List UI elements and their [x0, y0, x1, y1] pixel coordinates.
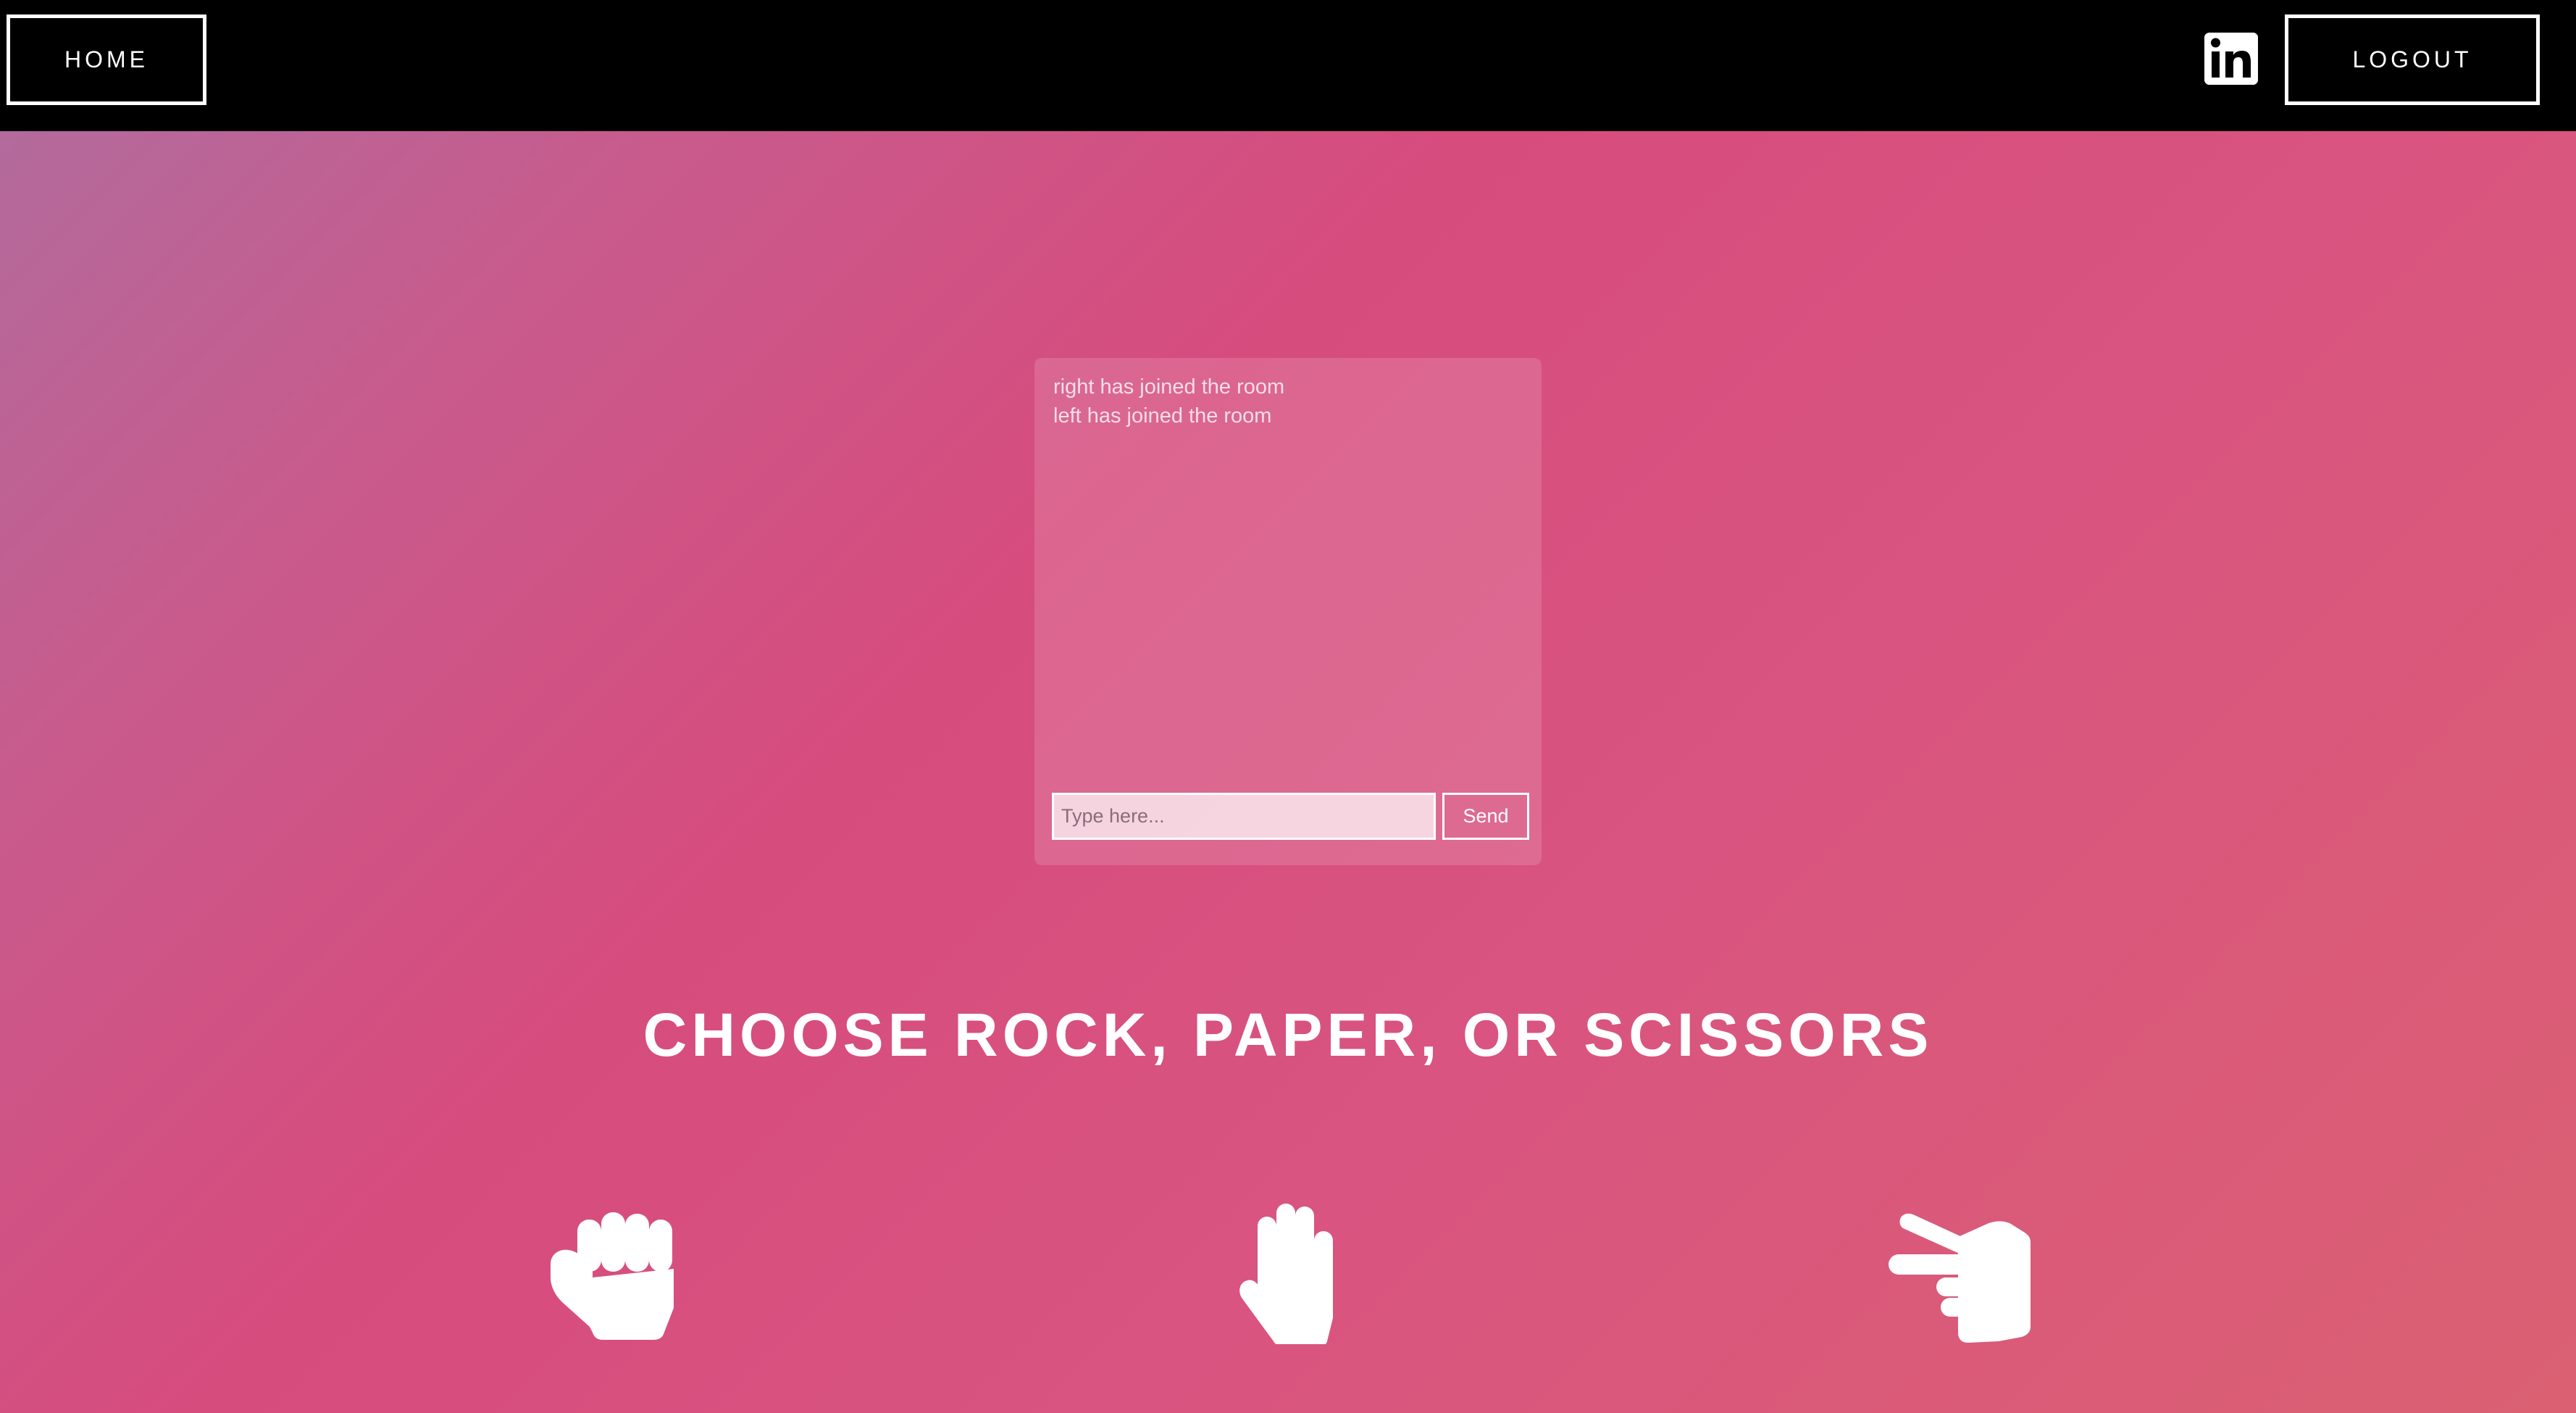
- home-button[interactable]: HOME: [7, 14, 206, 105]
- send-button[interactable]: Send: [1442, 793, 1529, 840]
- chat-input[interactable]: [1052, 793, 1436, 840]
- chat-message: left has joined the room: [1053, 404, 1272, 428]
- chat-message: right has joined the room: [1053, 375, 1285, 399]
- rock-choice[interactable]: [542, 1199, 687, 1344]
- top-navbar: HOME LOGOUT: [0, 0, 2576, 131]
- chat-messages: right has joined the room left has joine…: [1053, 372, 1517, 430]
- hand-scissors-icon: [1889, 1213, 2031, 1343]
- game-room-area: right has joined the room left has joine…: [0, 131, 2576, 1413]
- choose-prompt: CHOOSE ROCK, PAPER, OR SCISSORS: [643, 1001, 1933, 1069]
- hand-paper-icon: [1239, 1204, 1333, 1344]
- chat-box: right has joined the room left has joine…: [1034, 358, 1542, 865]
- logout-button[interactable]: LOGOUT: [2285, 14, 2540, 105]
- hand-rock-icon: [551, 1212, 674, 1340]
- paper-choice[interactable]: [1217, 1199, 1362, 1344]
- scissors-choice[interactable]: [1889, 1199, 2033, 1344]
- linkedin-icon[interactable]: [2204, 33, 2258, 85]
